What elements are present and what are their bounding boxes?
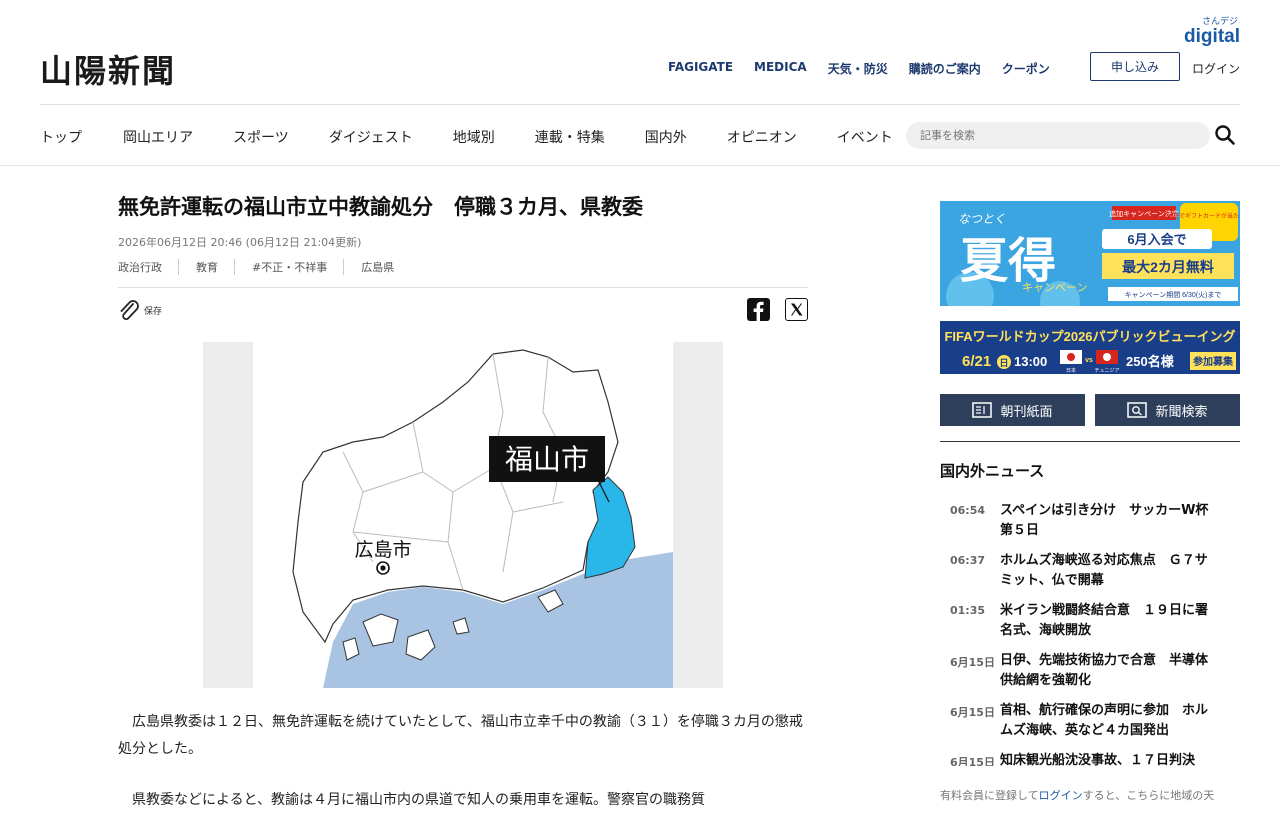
top-link-subscribe-info[interactable]: 購読のご案内 xyxy=(909,60,981,77)
news-item[interactable]: 01:35 米イラン戦闘終結合意 １９日に署名式、海峡開放 xyxy=(940,598,1240,648)
banner2-team1: 日本 xyxy=(1066,367,1076,374)
news-item[interactable]: 6月15日 日伊、先端技術協力で合意 半導体供給網を強靭化 xyxy=(940,648,1240,698)
member-note-pre: 有料会員に登録して xyxy=(940,789,1039,802)
news-item[interactable]: 06:37 ホルムズ海峡巡る対応焦点 Ｇ７サミット、仏で開幕 xyxy=(940,548,1240,598)
nav-item-digest[interactable]: ダイジェスト xyxy=(329,127,413,147)
article-body: 広島県教委は１２日、無免許運転を続けていたとして、福山市立幸千中の教諭（３１）を… xyxy=(118,709,808,814)
worldcup-viewing-banner[interactable]: FIFAワールドカップ2026パブリックビューイング 6/21 日 13:00 … xyxy=(940,321,1240,374)
nav-item-event[interactable]: イベント xyxy=(837,127,893,147)
site-logo[interactable]: 山陽新聞 xyxy=(40,46,176,92)
news-item[interactable]: 6月15日 首相、航行確保の声明に参加 ホルムズ海峡、英など４カ国発出 xyxy=(940,698,1240,748)
member-note: 有料会員に登録してログインすると、こちらに地域の天 xyxy=(940,787,1240,803)
main-nav: トップ 岡山エリア スポーツ ダイジェスト 地域別 連載・特集 国内外 オピニオ… xyxy=(40,127,893,147)
sidebar-divider xyxy=(940,441,1240,442)
banner1-offer2: 最大2カ月無料 xyxy=(1122,259,1214,275)
search-icon[interactable] xyxy=(1214,124,1236,146)
article-paragraph: 広島県教委は１２日、無免許運転を続けていたとして、福山市立幸千中の教諭（３１）を… xyxy=(118,714,803,757)
news-list: 06:54 スペインは引き分け サッカーW杯第５日 06:37 ホルムズ海峡巡る… xyxy=(940,498,1240,766)
banner1-offer1: 6月入会で xyxy=(1127,232,1186,247)
apply-button[interactable]: 申し込み xyxy=(1090,52,1180,81)
search-input[interactable] xyxy=(906,122,1210,149)
news-headline[interactable]: 米イラン戦闘終結合意 １９日に署名式、海峡開放 xyxy=(1000,598,1220,648)
worldcup-graphic: FIFAワールドカップ2026パブリックビューイング 6/21 日 13:00 … xyxy=(940,321,1240,374)
header-divider xyxy=(40,104,1240,105)
sandigi-logo-text: digital xyxy=(1184,26,1240,47)
nav-item-okayama-area[interactable]: 岡山エリア xyxy=(123,127,193,147)
map-label-hiroshima: 広島市 xyxy=(354,539,411,561)
nav-item-top[interactable]: トップ xyxy=(40,127,82,147)
member-note-post: すると、こちらに地域の天 xyxy=(1082,789,1215,802)
nav-item-series[interactable]: 連載・特集 xyxy=(535,127,605,147)
tag-education[interactable]: 教育 xyxy=(196,259,235,275)
banner2-vs: vs xyxy=(1085,357,1093,364)
site-header: 山陽新聞 さんデジ digital FAGIGATE MEDICA 天気・防災 … xyxy=(0,0,1280,166)
newspaper-search-icon xyxy=(1127,402,1148,418)
paperclip-icon xyxy=(120,300,139,320)
news-time: 6月15日 xyxy=(950,756,995,766)
banner2-day: 日 xyxy=(999,358,1008,368)
nav-item-region[interactable]: 地域別 xyxy=(453,127,495,147)
sandigi-logo[interactable]: さんデジ digital xyxy=(1184,18,1240,47)
news-time: 06:37 xyxy=(950,554,986,567)
news-headline[interactable]: 日伊、先端技術協力で合意 半導体供給網を強靭化 xyxy=(1000,648,1220,698)
article-date: 2026年06月12日 20:46 (06月12日 21:04更新) xyxy=(118,236,362,249)
map-label-fukuyama: 福山市 xyxy=(505,444,589,475)
nav-item-opinion[interactable]: オピニオン xyxy=(727,127,797,147)
member-login-link[interactable]: ログイン xyxy=(1039,789,1083,802)
article-map-figure[interactable]: 福山市 広島市 xyxy=(203,342,723,688)
news-headline[interactable]: 首相、航行確保の声明に参加 ホルムズ海峡、英など４カ国発出 xyxy=(1000,698,1220,748)
tag-politics[interactable]: 政治行政 xyxy=(118,259,179,275)
save-label: 保存 xyxy=(144,306,163,317)
nav-item-sports[interactable]: スポーツ xyxy=(233,127,289,147)
news-item[interactable]: 6月15日 知床観光船沈没事故、１７日判決 xyxy=(940,748,1240,766)
news-headline[interactable]: スペインは引き分け サッカーW杯第５日 xyxy=(1000,498,1220,548)
nav-item-national[interactable]: 国内外 xyxy=(645,127,687,147)
banner1-period: キャンペーン期間 6/30(火)まで xyxy=(1125,291,1222,299)
top-link-coupon[interactable]: クーポン xyxy=(1002,60,1050,77)
banner2-recruit: 参加募集 xyxy=(1193,355,1234,368)
newspaper-search-label: 新聞検索 xyxy=(1155,404,1208,420)
morning-edition-button[interactable]: 朝刊紙面 xyxy=(940,394,1085,426)
tag-misconduct[interactable]: #不正・不祥事 xyxy=(252,259,345,275)
banner2-capacity: 250名様 xyxy=(1126,354,1175,369)
banner2-title: FIFAワールドカップ2026パブリックビューイング xyxy=(944,329,1235,344)
banner1-main: 夏得 xyxy=(960,233,1056,289)
summer-campaign-graphic: なつとく 夏得 キャンペーン 追加キャンペーン決定 抽選でギフトカードが当たる！… xyxy=(940,201,1240,306)
x-share-button[interactable] xyxy=(785,298,808,321)
banner1-tagline: なつとく xyxy=(958,212,1006,226)
x-icon xyxy=(791,303,803,316)
banner2-date: 6/21 xyxy=(962,353,991,370)
news-time: 6月15日 xyxy=(950,656,995,669)
top-links: FAGIGATE MEDICA 天気・防災 購読のご案内 クーポン xyxy=(668,60,1071,77)
article-divider xyxy=(118,287,808,288)
article-paragraph: 県教委などによると、教諭は４月に福山市内の県道で知人の乗用車を運転。警察官の職務… xyxy=(132,792,706,808)
news-time: 01:35 xyxy=(950,604,986,617)
news-headline[interactable]: ホルムズ海峡巡る対応焦点 Ｇ７サミット、仏で開幕 xyxy=(1000,548,1220,598)
facebook-icon xyxy=(753,301,764,321)
newspaper-icon xyxy=(972,402,993,418)
newspaper-search-button[interactable]: 新聞検索 xyxy=(1095,394,1240,426)
news-heading: 国内外ニュース xyxy=(940,462,1045,480)
news-item[interactable]: 06:54 スペインは引き分け サッカーW杯第５日 xyxy=(940,498,1240,548)
save-button[interactable]: 保存 xyxy=(118,298,162,322)
summer-campaign-banner[interactable]: なつとく 夏得 キャンペーン 追加キャンペーン決定 抽選でギフトカードが当たる！… xyxy=(940,201,1240,306)
banner2-team2: チュニジア xyxy=(1094,368,1119,374)
banner1-sub: キャンペーン xyxy=(1022,282,1087,294)
login-link[interactable]: ログイン xyxy=(1192,60,1240,77)
news-time: 06:54 xyxy=(950,504,986,517)
news-time: 6月15日 xyxy=(950,706,995,719)
hiroshima-map: 福山市 広島市 xyxy=(253,342,673,688)
top-link-weather[interactable]: 天気・防災 xyxy=(828,60,888,77)
article-title: 無免許運転の福山市立中教諭処分 停職３カ月、県教委 xyxy=(118,195,643,219)
tag-hiroshima[interactable]: 広島県 xyxy=(361,259,410,275)
banner2-time: 13:00 xyxy=(1014,354,1047,369)
top-link-fagigate[interactable]: FAGIGATE xyxy=(668,60,733,77)
facebook-share-button[interactable] xyxy=(747,298,770,321)
top-link-medica[interactable]: MEDICA xyxy=(754,60,807,77)
banner1-gift: 抽選でギフトカードが当たる！ xyxy=(1167,212,1240,220)
morning-edition-label: 朝刊紙面 xyxy=(1000,404,1053,420)
news-headline[interactable]: 知床観光船沈没事故、１７日判決 xyxy=(1000,748,1220,766)
article-tags: 政治行政 教育 #不正・不祥事 広島県 xyxy=(118,259,427,275)
